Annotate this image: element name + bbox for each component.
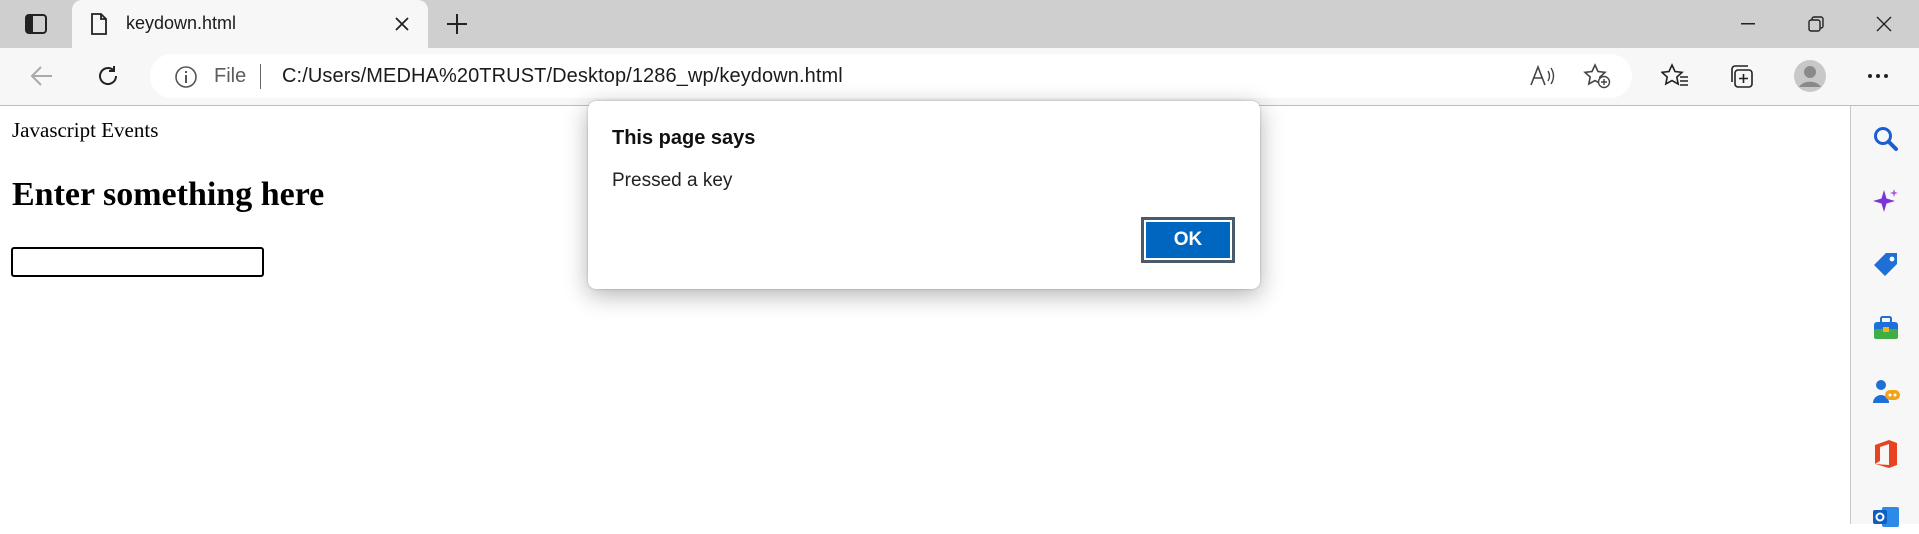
close-icon [395, 17, 409, 31]
refresh-icon [99, 66, 118, 85]
edge-sidebar [1850, 106, 1919, 527]
sidebar-tools-button[interactable] [1869, 311, 1903, 345]
text-input[interactable] [11, 247, 264, 277]
restore-icon [1808, 16, 1824, 32]
new-tab-button[interactable] [442, 10, 472, 38]
ok-button[interactable]: OK [1141, 217, 1235, 263]
read-aloud-icon [1530, 65, 1555, 86]
page-heading: Enter something here [12, 176, 325, 213]
search-icon [1874, 127, 1898, 151]
sidebar-games-button[interactable] [1869, 374, 1903, 408]
sidebar-shopping-button[interactable] [1869, 248, 1903, 282]
sidebar-office-button[interactable] [1869, 437, 1903, 471]
minimize-button[interactable] [1714, 0, 1782, 48]
games-icon [1873, 380, 1900, 403]
tab-title: keydown.html [126, 13, 237, 33]
minimize-icon [1741, 23, 1755, 25]
profile-button[interactable] [1790, 58, 1830, 94]
info-icon[interactable] [174, 65, 198, 89]
address-bar[interactable]: File C:/Users/MEDHA%20TRUST/Desktop/1286… [150, 54, 1632, 98]
refresh-button[interactable] [88, 58, 128, 94]
scheme-label: File [214, 65, 247, 87]
collections-button[interactable] [1721, 58, 1761, 94]
favorites-button[interactable] [1655, 58, 1695, 94]
restore-button[interactable] [1782, 0, 1850, 48]
collections-icon [1731, 65, 1753, 88]
sidebar-outlook-button[interactable] [1869, 500, 1903, 534]
close-window-button[interactable] [1850, 0, 1918, 48]
more-icon [1868, 74, 1888, 78]
navigation-toolbar: File C:/Users/MEDHA%20TRUST/Desktop/1286… [0, 48, 1919, 106]
dialog-message: Pressed a key [612, 170, 733, 191]
active-tab[interactable]: keydown.html [72, 0, 428, 48]
dialog-title: This page says [612, 127, 756, 149]
url-text[interactable]: C:/Users/MEDHA%20TRUST/Desktop/1286_wp/k… [282, 65, 843, 88]
page-text: Javascript Events [12, 118, 159, 142]
outlook-icon [1873, 507, 1899, 527]
office-icon [1875, 440, 1897, 468]
tab-actions-icon [25, 14, 47, 34]
back-button[interactable] [22, 58, 62, 94]
profile-icon [1794, 60, 1826, 92]
back-icon [30, 66, 52, 86]
read-aloud-button[interactable] [1525, 60, 1559, 92]
more-button[interactable] [1858, 58, 1898, 94]
copilot-icon [1873, 189, 1898, 212]
plus-icon [447, 14, 467, 34]
favorites-icon [1661, 63, 1688, 86]
sidebar-copilot-button[interactable] [1869, 185, 1903, 219]
add-favorite-button[interactable] [1580, 60, 1614, 92]
tab-close-button[interactable] [390, 12, 414, 36]
address-separator [260, 64, 261, 89]
tab-strip: keydown.html [0, 0, 1919, 48]
alert-dialog: This page says Pressed a key OK [588, 101, 1260, 289]
tools-icon [1874, 316, 1898, 339]
sidebar-search-button[interactable] [1869, 122, 1903, 156]
tab-actions-button[interactable] [14, 10, 58, 38]
shopping-icon [1874, 253, 1897, 276]
close-window-icon [1876, 16, 1892, 32]
page-icon [91, 13, 107, 35]
add-favorite-icon [1583, 63, 1611, 89]
